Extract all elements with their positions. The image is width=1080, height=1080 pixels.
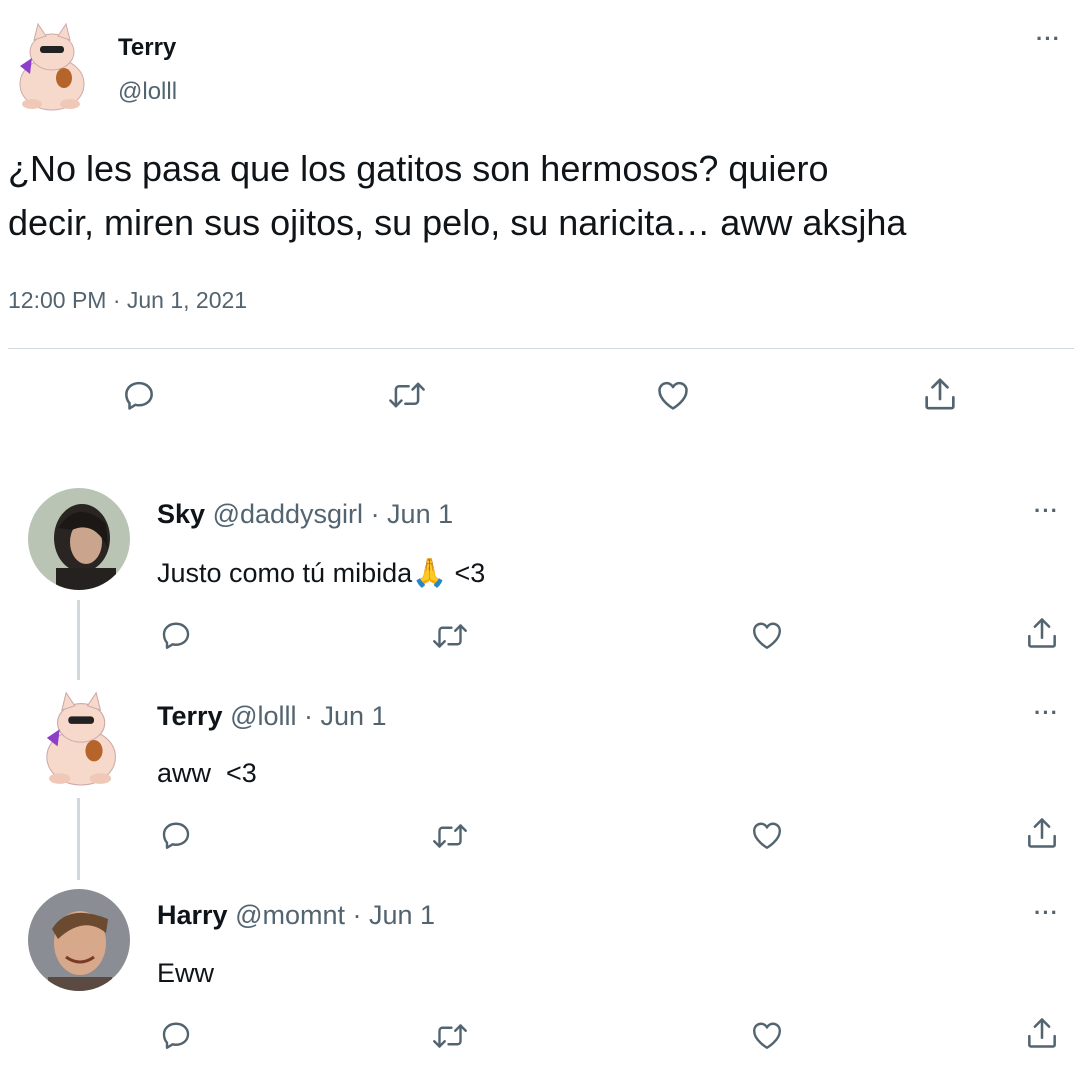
like-icon[interactable] (748, 817, 786, 853)
author-avatar[interactable] (8, 22, 92, 114)
thread-line (77, 798, 80, 880)
like-icon[interactable] (748, 1017, 786, 1053)
author-handle[interactable]: @lolll (118, 78, 177, 106)
reply-date[interactable]: · Jun 1 (353, 900, 436, 930)
reply-author-name[interactable]: Harry (157, 900, 228, 930)
reply-text-main: Justo como tú mibida (157, 558, 413, 588)
reply-author-handle[interactable]: @daddysgirl (213, 499, 363, 529)
reply-text: Justo como tú mibida🙏 <3 (157, 556, 485, 589)
reply-icon[interactable] (158, 817, 194, 853)
reply-icon[interactable] (158, 617, 194, 653)
retweet-icon[interactable] (430, 618, 470, 654)
retweet-icon[interactable] (430, 818, 470, 854)
reply-author-handle[interactable]: @momnt (235, 900, 345, 930)
pray-emoji-icon: 🙏 (412, 557, 447, 588)
tweet-timestamp[interactable]: 12:00 PM · Jun 1, 2021 (8, 287, 247, 314)
reply-text: Eww (157, 958, 215, 988)
reply-author-handle[interactable]: @lolll (230, 701, 296, 731)
share-icon[interactable] (1023, 1014, 1061, 1052)
avatar[interactable] (28, 889, 130, 991)
reply-author-name[interactable]: Sky (157, 499, 205, 529)
like-icon[interactable] (653, 376, 693, 414)
like-icon[interactable] (748, 617, 786, 653)
tweet-text-line-2: decir, miren sus ojitos, su pelo, su nar… (8, 202, 907, 243)
reply-header: Harry @momnt · Jun 1 (157, 900, 435, 931)
reply-text-suffix: <3 (447, 558, 486, 588)
more-icon[interactable]: ··· (1034, 702, 1059, 724)
more-icon[interactable]: ··· (1036, 28, 1061, 50)
divider (8, 348, 1074, 349)
reply-header: Terry @lolll · Jun 1 (157, 701, 387, 732)
more-icon[interactable]: ··· (1034, 500, 1059, 522)
tweet-text-line-1: ¿No les pasa que los gatitos son hermoso… (8, 148, 829, 189)
share-icon[interactable] (1023, 614, 1061, 652)
share-icon[interactable] (1023, 814, 1061, 852)
reply-icon[interactable] (158, 1017, 194, 1053)
reply-icon[interactable] (120, 376, 158, 414)
reply-author-name[interactable]: Terry (157, 701, 223, 731)
avatar[interactable] (34, 690, 124, 790)
avatar[interactable] (28, 488, 130, 590)
reply-text: aww <3 (157, 758, 257, 788)
author-name[interactable]: Terry (118, 34, 176, 62)
retweet-icon[interactable] (386, 376, 428, 414)
thread-line (77, 600, 80, 680)
share-icon[interactable] (920, 374, 960, 414)
retweet-icon[interactable] (430, 1018, 470, 1054)
more-icon[interactable]: ··· (1034, 902, 1059, 924)
reply-date[interactable]: · Jun 1 (371, 499, 454, 529)
reply-date[interactable]: · Jun 1 (304, 701, 387, 731)
reply-header: Sky @daddysgirl · Jun 1 (157, 499, 453, 530)
